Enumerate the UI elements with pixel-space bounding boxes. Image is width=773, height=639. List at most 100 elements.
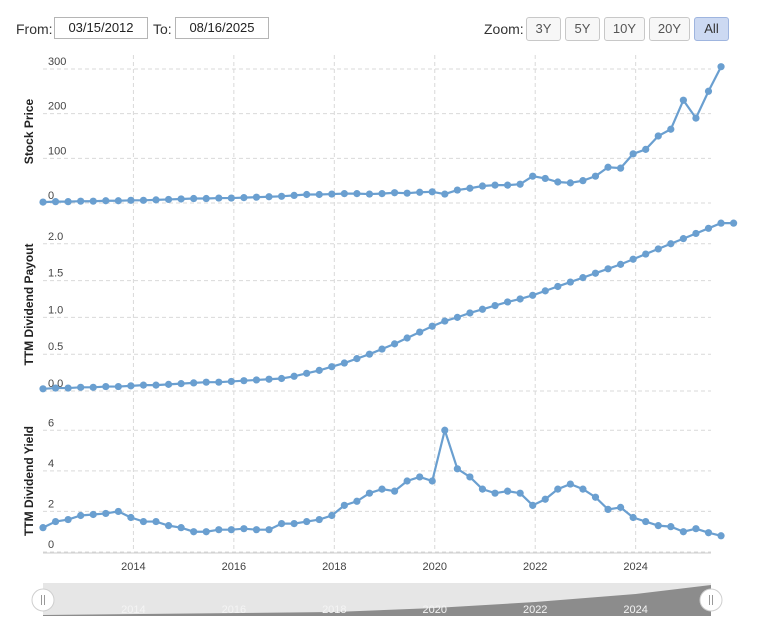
data-point — [503, 181, 512, 189]
navigator-right-handle[interactable] — [699, 588, 723, 612]
data-point — [164, 522, 173, 530]
data-point — [290, 372, 298, 380]
data-point — [89, 383, 97, 391]
navigator-tick-label: 2024 — [623, 604, 647, 616]
data-point — [679, 528, 687, 536]
data-point — [390, 487, 399, 495]
data-point — [240, 525, 248, 533]
data-point — [77, 511, 85, 520]
data-point — [252, 193, 261, 201]
y-axis-title: TTM Dividend Yield — [22, 426, 36, 536]
data-point — [642, 250, 650, 258]
data-point — [441, 317, 449, 325]
data-point — [265, 375, 273, 383]
data-point — [328, 363, 336, 371]
x-tick-label: 2020 — [423, 561, 447, 573]
data-point — [127, 196, 135, 204]
data-point — [164, 195, 173, 204]
data-point — [541, 287, 549, 295]
data-point — [89, 197, 97, 205]
x-tick-label: 2016 — [222, 561, 246, 573]
data-point — [139, 196, 148, 204]
data-point — [240, 194, 248, 202]
data-point — [428, 188, 436, 196]
data-point — [453, 186, 461, 194]
data-point — [114, 382, 122, 391]
data-point — [177, 380, 185, 388]
data-point — [629, 150, 637, 158]
data-point — [227, 194, 235, 202]
data-point — [277, 192, 286, 200]
data-point — [591, 493, 600, 501]
navigator-left-handle[interactable] — [31, 588, 55, 612]
data-point — [39, 198, 47, 206]
x-tick-label: 2022 — [523, 561, 547, 573]
data-point — [679, 235, 687, 243]
data-point — [654, 132, 662, 140]
data-point — [190, 194, 198, 203]
data-point — [416, 188, 424, 196]
data-point — [453, 465, 461, 473]
data-point — [478, 485, 487, 493]
y-tick-label: 0 — [48, 539, 54, 551]
data-point — [51, 384, 60, 392]
y-tick-label: 300 — [48, 56, 66, 68]
data-point — [51, 517, 60, 526]
data-point — [340, 501, 348, 509]
data-point — [503, 298, 512, 306]
data-point — [215, 194, 223, 202]
data-point — [102, 382, 110, 391]
data-point — [529, 291, 537, 299]
data-point — [654, 522, 662, 530]
data-point — [102, 197, 110, 205]
data-point — [353, 190, 361, 198]
data-point — [441, 426, 449, 434]
data-point — [390, 189, 399, 197]
data-point — [127, 513, 135, 522]
data-point — [503, 487, 512, 495]
data-point — [516, 295, 524, 303]
data-point — [428, 477, 436, 485]
data-point — [717, 63, 725, 71]
data-point — [202, 378, 210, 386]
chart-area: 0100200300Stock Price0.00.51.01.52.0TTM … — [22, 55, 738, 616]
data-point — [416, 473, 424, 481]
data-point — [403, 334, 411, 342]
data-point — [403, 477, 411, 485]
data-point — [227, 526, 235, 534]
data-point — [692, 114, 700, 122]
data-point — [353, 355, 361, 363]
data-point — [290, 520, 298, 528]
data-point — [704, 529, 713, 537]
data-point — [428, 322, 436, 330]
data-point — [202, 528, 210, 536]
data-point — [616, 164, 625, 172]
data-point — [152, 196, 160, 204]
data-point — [190, 528, 198, 536]
y-tick-label: 6 — [48, 417, 54, 429]
data-point — [466, 184, 474, 192]
data-point — [139, 517, 148, 526]
data-point — [89, 510, 97, 519]
data-point — [667, 523, 675, 531]
data-point — [164, 380, 173, 388]
data-point — [516, 180, 524, 188]
data-point — [102, 509, 110, 518]
data-point — [139, 381, 148, 389]
data-point — [390, 340, 399, 348]
y-tick-label: 2 — [48, 498, 54, 510]
data-point — [177, 524, 185, 532]
data-point — [591, 269, 600, 277]
data-point — [252, 526, 261, 534]
data-point — [39, 524, 47, 532]
data-point — [303, 190, 311, 199]
y-tick-label: 0.5 — [48, 341, 63, 353]
data-point — [629, 513, 637, 522]
data-point — [667, 125, 675, 133]
data-point — [77, 383, 85, 391]
data-point — [579, 274, 587, 282]
data-point — [566, 480, 574, 488]
data-point — [554, 282, 562, 291]
data-point — [654, 245, 662, 253]
data-point — [277, 374, 286, 383]
